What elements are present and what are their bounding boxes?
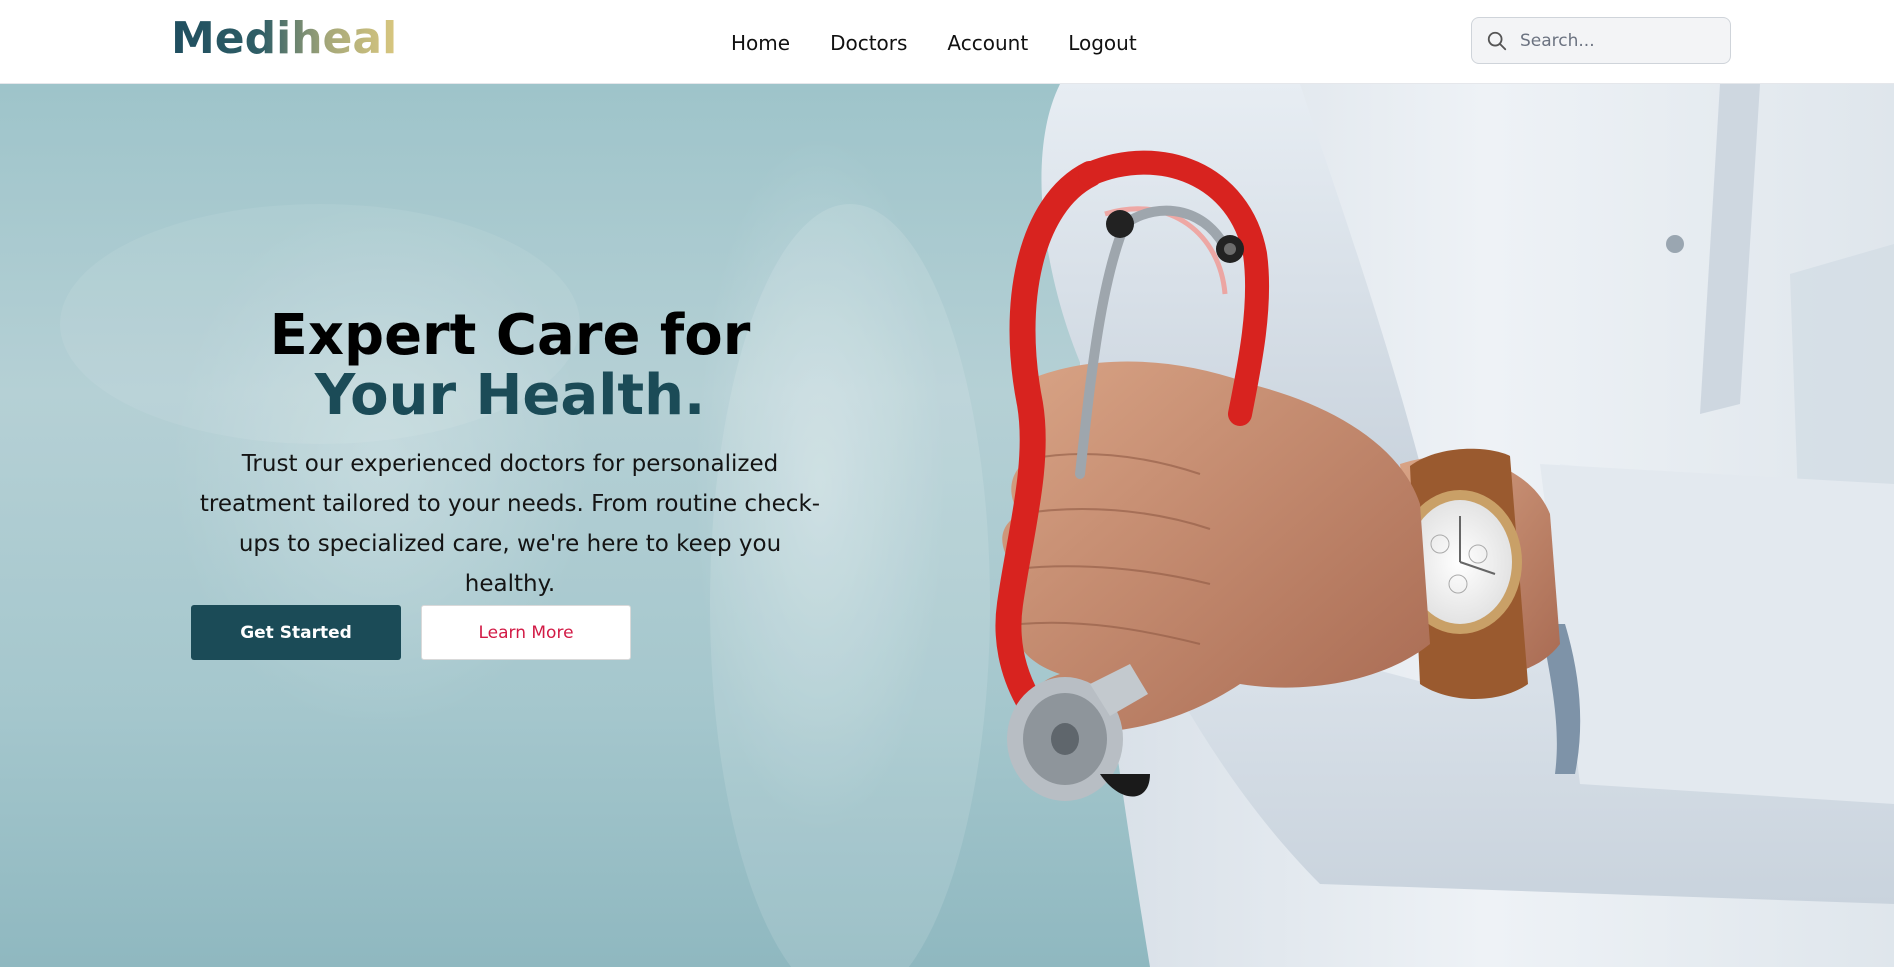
top-navbar: Mediheal Home Doctors Account Logout [0, 0, 1894, 84]
get-started-button[interactable]: Get Started [191, 605, 401, 660]
nav-home-link[interactable]: Home [731, 30, 790, 56]
headline-line-1: Expert Care for [269, 303, 751, 368]
main-nav: Home Doctors Account Logout [731, 30, 1177, 56]
hero-section: Expert Care for Your Health. Trust our e… [0, 84, 1894, 967]
search-input[interactable] [1520, 30, 1720, 51]
search-icon [1487, 31, 1507, 50]
nav-account-link[interactable]: Account [947, 30, 1028, 56]
brand-logo[interactable]: Mediheal [171, 14, 397, 64]
hero-cta-buttons: Get Started Learn More [191, 605, 631, 660]
search-box[interactable] [1471, 17, 1731, 64]
headline-line-2: Your Health. [314, 363, 706, 428]
nav-logout-link[interactable]: Logout [1068, 30, 1136, 56]
hero-headline: Expert Care for Your Health. [150, 306, 870, 426]
learn-more-button[interactable]: Learn More [421, 605, 631, 660]
hero-description: Trust our experienced doctors for person… [199, 451, 821, 597]
nav-doctors-link[interactable]: Doctors [830, 30, 907, 56]
hero-text-block: Expert Care for Your Health. Trust our e… [150, 306, 870, 604]
